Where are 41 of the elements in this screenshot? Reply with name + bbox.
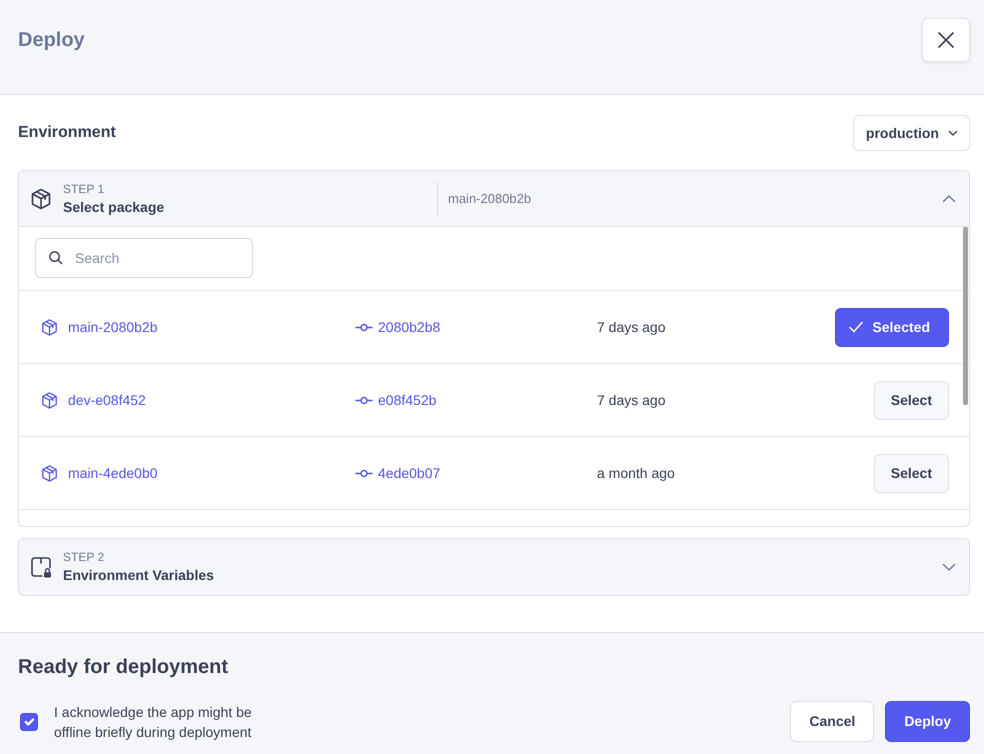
commit-icon — [355, 396, 373, 404]
step-title: Environment Variables — [63, 566, 214, 585]
scrollbar-thumb[interactable] — [963, 227, 968, 405]
environment-dropdown[interactable]: production — [852, 115, 970, 151]
close-button[interactable] — [922, 18, 970, 62]
selected-button[interactable]: Selected — [835, 308, 949, 346]
step-header[interactable]: STEP 1 Select package main-2080b2b — [19, 171, 969, 227]
select-button[interactable]: Select — [874, 380, 949, 420]
acknowledge-checkbox[interactable] — [20, 712, 38, 730]
search-icon — [48, 250, 63, 265]
commit-icon — [355, 468, 373, 478]
select-button[interactable]: Select — [874, 454, 949, 492]
step-number: STEP 1 — [63, 180, 104, 196]
package-box-icon — [40, 390, 59, 410]
commit-link[interactable]: e08f452b — [378, 390, 436, 410]
deploy-button[interactable]: Deploy — [885, 701, 970, 742]
check-icon — [848, 319, 864, 335]
lock-frame-icon — [29, 555, 53, 579]
package-link[interactable]: main-2080b2b — [68, 316, 158, 338]
commit-link[interactable]: 2080b2b8 — [378, 316, 440, 338]
acknowledge-label: I acknowledge the app might be offline briefly during deployment — [54, 702, 253, 742]
cancel-button[interactable]: Cancel — [790, 701, 874, 742]
step-number: STEP 2 — [63, 549, 104, 565]
package-age: 7 days ago — [597, 318, 666, 337]
commit-link[interactable]: 4ede0b07 — [378, 462, 440, 484]
step-summary: main-2080b2b — [448, 190, 532, 208]
close-icon — [937, 31, 955, 49]
package-link[interactable]: main-4ede0b0 — [68, 462, 158, 484]
package-box-icon — [40, 318, 59, 336]
package-link[interactable]: dev-e08f452 — [68, 390, 146, 410]
step-title: Select package — [63, 198, 164, 216]
footer-title: Ready for deployment — [18, 655, 228, 680]
environment-label: Environment — [18, 123, 116, 143]
step-header[interactable]: STEP 2 Environment Variables — [19, 539, 969, 595]
package-box-icon — [40, 464, 59, 482]
dialog-title: Deploy — [18, 28, 85, 53]
package-age: 7 days ago — [597, 390, 666, 410]
package-box-icon — [29, 186, 53, 210]
search-field[interactable]: Search — [35, 238, 253, 278]
package-age: a month ago — [597, 464, 675, 483]
commit-icon — [355, 322, 373, 332]
